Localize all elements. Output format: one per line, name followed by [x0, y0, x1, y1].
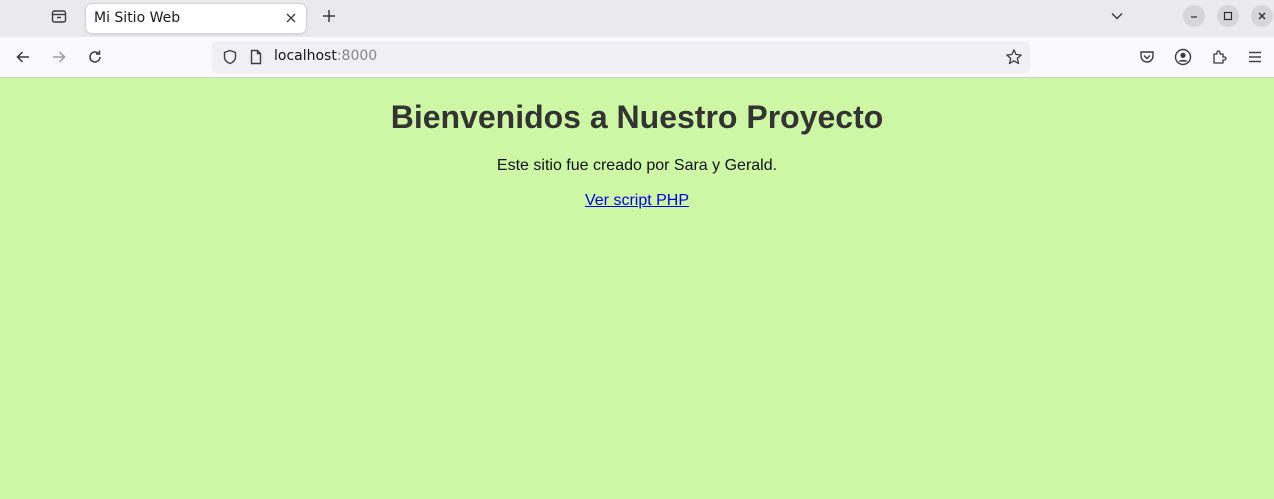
window-maximize-button[interactable]: [1217, 5, 1239, 27]
close-icon: [1258, 12, 1266, 20]
minimize-icon: [1191, 16, 1197, 18]
window-close-button[interactable]: [1251, 5, 1273, 27]
script-link-paragraph: Ver script PHP: [0, 192, 1274, 210]
new-tab-button[interactable]: [318, 5, 340, 27]
site-info-button[interactable]: [246, 47, 266, 67]
page-heading: Bienvenidos a Nuestro Proyecto: [390, 99, 884, 135]
tracking-protection-button[interactable]: [220, 47, 240, 67]
page-subtitle: Este sitio fue creado por Sara y Gerald.: [496, 157, 778, 174]
url-text[interactable]: localhost:8000: [274, 48, 377, 64]
back-button[interactable]: [11, 45, 35, 69]
page-icon: [250, 49, 262, 65]
back-arrow-icon: [16, 51, 29, 63]
star-icon: [1006, 49, 1022, 65]
pocket-icon: [1140, 51, 1154, 63]
close-icon: [286, 13, 296, 23]
hamburger-menu-icon: [1249, 51, 1261, 63]
forward-button[interactable]: [47, 45, 71, 69]
extensions-button[interactable]: [1207, 45, 1231, 69]
tab-title: Mi Sitio Web: [94, 10, 181, 26]
address-bar[interactable]: localhost:8000: [212, 41, 1030, 73]
shield-icon: [223, 49, 237, 65]
navigation-toolbar: localhost:8000: [0, 37, 1274, 78]
reload-icon: [89, 50, 101, 63]
php-script-link[interactable]: Ver script PHP: [585, 192, 689, 209]
tab-active[interactable]: Mi Sitio Web: [86, 4, 306, 33]
chevron-down-icon: [1111, 12, 1123, 20]
pocket-button[interactable]: [1135, 45, 1159, 69]
maximize-icon: [1223, 11, 1233, 21]
bookmark-button[interactable]: [1004, 47, 1024, 67]
account-icon: [1174, 48, 1192, 66]
puzzle-icon: [1213, 50, 1227, 64]
page-content: Bienvenidos a Nuestro Proyecto Este siti…: [0, 78, 1274, 499]
account-button[interactable]: [1171, 45, 1195, 69]
reload-button[interactable]: [83, 45, 107, 69]
plus-icon: [323, 10, 335, 22]
tab-list-icon: [51, 10, 67, 23]
window-minimize-button[interactable]: [1183, 5, 1205, 27]
tab-list-button[interactable]: [42, 5, 76, 27]
url-host: localhost: [274, 48, 337, 64]
tab-close-button[interactable]: [282, 9, 300, 27]
tab-overflow-button[interactable]: [1106, 5, 1128, 27]
app-menu-button[interactable]: [1243, 45, 1267, 69]
forward-arrow-icon: [53, 51, 66, 63]
title-bar: Mi Sitio Web: [0, 0, 1274, 37]
url-port: :8000: [336, 48, 378, 64]
